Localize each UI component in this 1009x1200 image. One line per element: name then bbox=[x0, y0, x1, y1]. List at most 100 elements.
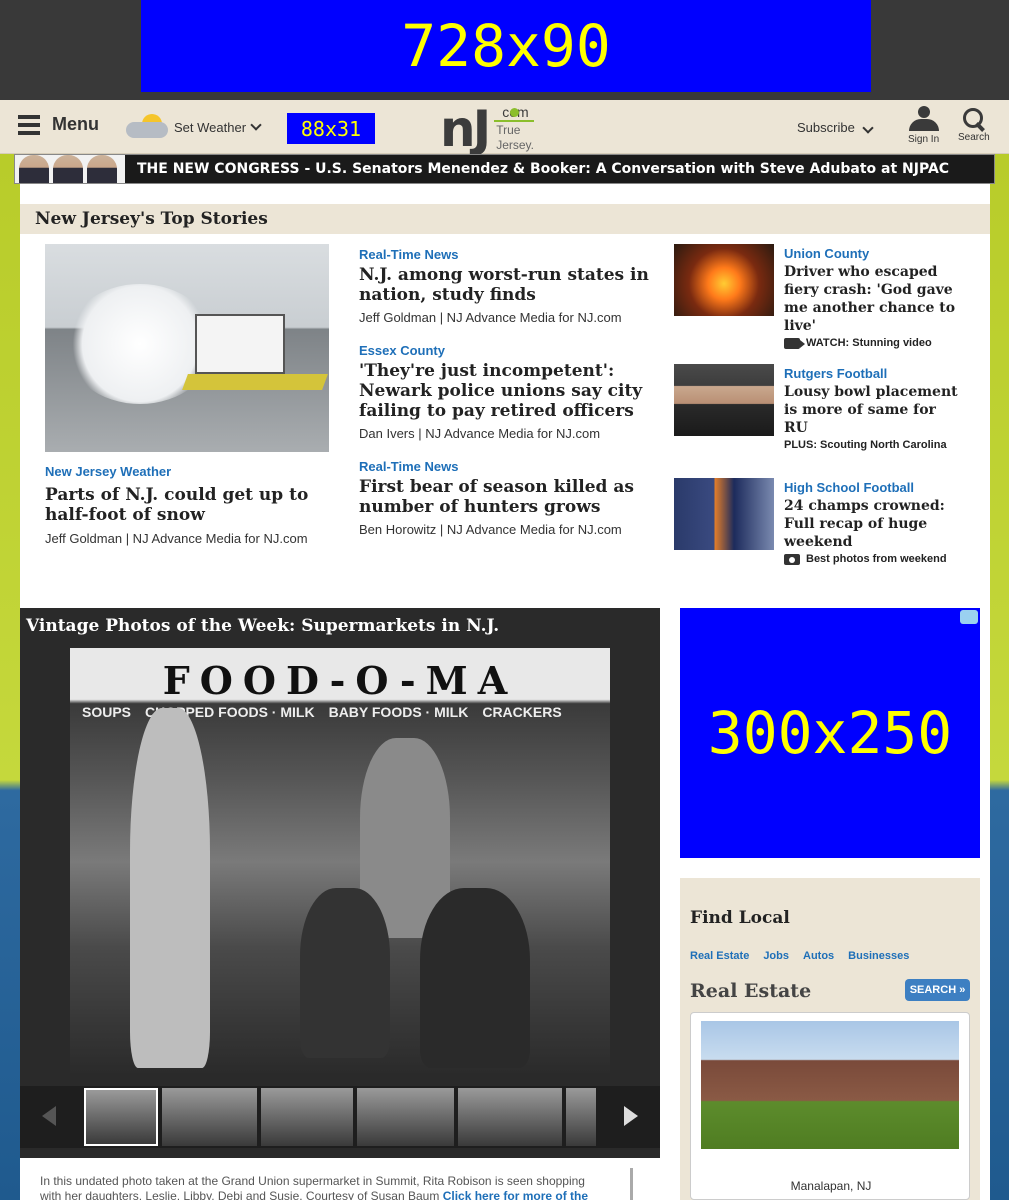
site-header: Menu Set Weather 88x31 nJ com True Jerse… bbox=[0, 100, 1009, 154]
story-kicker[interactable]: Essex County bbox=[359, 343, 649, 358]
find-local-widget: Find Local Real Estate Jobs Autos Busine… bbox=[680, 878, 980, 1200]
story-kicker[interactable]: New Jersey Weather bbox=[45, 464, 335, 479]
photo-figure bbox=[130, 708, 210, 1068]
story-headline[interactable]: First bear of season killed as number of… bbox=[359, 477, 649, 517]
hamburger-icon bbox=[18, 114, 40, 135]
lead-story-image[interactable] bbox=[45, 244, 329, 452]
promo-banner[interactable]: THE NEW CONGRESS - U.S. Senators Menende… bbox=[14, 154, 995, 184]
story-headline[interactable]: Lousy bowl placement is more of same for… bbox=[784, 383, 964, 437]
listing-photo[interactable] bbox=[701, 1021, 959, 1149]
nj-logo[interactable]: nJ com True Jersey. bbox=[440, 100, 534, 158]
story-headline[interactable]: 24 champs crowned: Full recap of huge we… bbox=[784, 497, 964, 551]
story-thumbnail[interactable] bbox=[674, 478, 774, 550]
gallery-main-photo[interactable]: FOOD-O-MA SOUPS CHOPPED FOODS · MILK BAB… bbox=[70, 648, 610, 1076]
banner-text: THE NEW CONGRESS - U.S. Senators Menende… bbox=[137, 161, 950, 177]
story-kicker[interactable]: Rutgers Football bbox=[784, 366, 964, 381]
story-headline[interactable]: Parts of N.J. could get up to half-foot … bbox=[45, 485, 335, 525]
search-button[interactable]: Search bbox=[958, 106, 990, 143]
story-extra-label: WATCH: Stunning video bbox=[806, 337, 932, 349]
sign-in-label: Sign In bbox=[908, 134, 940, 145]
gallery-thumbnail[interactable] bbox=[261, 1088, 353, 1146]
sign-in-button[interactable]: Sign In bbox=[908, 106, 939, 145]
story-thumbnail[interactable] bbox=[674, 244, 774, 316]
middle-story: Real-Time News N.J. among worst-run stat… bbox=[359, 247, 649, 325]
subscribe-button[interactable]: Subscribe bbox=[797, 120, 875, 135]
gallery-thumbnail[interactable] bbox=[357, 1088, 454, 1146]
menu-label: Menu bbox=[52, 114, 99, 134]
search-label: Search bbox=[958, 132, 990, 143]
chevron-down-icon bbox=[250, 119, 262, 131]
shelf-label: BABY FOODS · MILK bbox=[328, 704, 469, 720]
caption-link[interactable]: Click here for more of the bbox=[443, 1189, 588, 1200]
lead-story: New Jersey Weather Parts of N.J. could g… bbox=[45, 464, 335, 546]
weather-label: Set Weather bbox=[174, 119, 247, 135]
logo-dot bbox=[510, 108, 519, 117]
menu-button[interactable]: Menu bbox=[18, 114, 99, 135]
tab-businesses[interactable]: Businesses bbox=[848, 950, 909, 962]
real-estate-listing[interactable]: Manalapan, NJ bbox=[690, 1012, 970, 1200]
left-side-background bbox=[0, 150, 20, 1200]
shelf-label: CRACKERS bbox=[482, 704, 562, 720]
story-headline[interactable]: 'They're just incompetent': Newark polic… bbox=[359, 361, 649, 421]
gallery-caption: In this undated photo taken at the Grand… bbox=[40, 1174, 600, 1200]
thumbnail-strip bbox=[20, 1086, 660, 1148]
gallery-thumbnail[interactable] bbox=[458, 1088, 562, 1146]
story-byline: Jeff Goldman | NJ Advance Media for NJ.c… bbox=[45, 531, 308, 546]
real-estate-search-button[interactable]: SEARCH » bbox=[905, 979, 970, 1001]
story-kicker[interactable]: High School Football bbox=[784, 480, 964, 495]
story-headline[interactable]: N.J. among worst-run states in nation, s… bbox=[359, 265, 649, 305]
gallery-thumbnail[interactable] bbox=[84, 1088, 158, 1146]
photo-figure bbox=[420, 888, 530, 1068]
logo-tagline-2: Jersey. bbox=[496, 138, 534, 152]
set-weather-button[interactable]: Set Weather bbox=[124, 112, 262, 142]
logo-mark: nJ bbox=[440, 100, 491, 158]
user-icon bbox=[917, 106, 930, 118]
story-extra-link[interactable]: Best photos from weekend bbox=[784, 553, 964, 565]
gallery-thumbnail[interactable] bbox=[162, 1088, 257, 1146]
story-extra-link[interactable]: WATCH: Stunning video bbox=[784, 337, 964, 349]
button-ad[interactable]: 88x31 bbox=[287, 113, 375, 144]
shelf-label: SOUPS bbox=[82, 704, 132, 720]
story-headline[interactable]: Driver who escaped fiery crash: 'God gav… bbox=[784, 263, 964, 335]
story-kicker[interactable]: Real-Time News bbox=[359, 247, 649, 262]
next-arrow-icon[interactable] bbox=[624, 1106, 638, 1126]
photo-sign-text: FOOD-O-MA bbox=[162, 658, 518, 703]
listing-city: Manalapan, NJ bbox=[790, 1179, 872, 1193]
adchoices-icon[interactable] bbox=[960, 610, 978, 624]
leaderboard-ad[interactable]: 728x90 bbox=[141, 0, 871, 92]
thumbnail-list bbox=[84, 1088, 596, 1146]
story-kicker[interactable]: Union County bbox=[784, 246, 964, 261]
chevron-down-icon bbox=[862, 122, 875, 134]
middle-story: Real-Time News First bear of season kill… bbox=[359, 459, 649, 537]
tab-real-estate[interactable]: Real Estate bbox=[690, 950, 749, 962]
partly-cloudy-icon bbox=[124, 112, 174, 142]
story-byline: Ben Horowitz | NJ Advance Media for NJ.c… bbox=[359, 522, 622, 537]
rectangle-ad-label: 300x250 bbox=[707, 699, 953, 767]
middle-story: Essex County 'They're just incompetent':… bbox=[359, 343, 649, 441]
user-icon-body bbox=[908, 119, 939, 131]
tab-autos[interactable]: Autos bbox=[803, 950, 834, 962]
logo-tagline-1: True bbox=[496, 123, 521, 137]
story-thumbnail[interactable] bbox=[674, 364, 774, 436]
gallery-thumbnail[interactable] bbox=[566, 1088, 596, 1146]
subscribe-label: Subscribe bbox=[797, 120, 855, 135]
gallery-title[interactable]: Vintage Photos of the Week: Supermarkets… bbox=[26, 616, 499, 636]
right-side-background bbox=[989, 150, 1009, 1200]
photo-gallery: Vintage Photos of the Week: Supermarkets… bbox=[20, 608, 660, 1158]
story-extra-link[interactable]: PLUS: Scouting North Carolina bbox=[784, 439, 964, 451]
video-camera-icon bbox=[784, 337, 805, 349]
story-byline: Dan Ivers | NJ Advance Media for NJ.com bbox=[359, 426, 601, 441]
find-local-title: Find Local bbox=[690, 908, 790, 928]
top-stories-heading: New Jersey's Top Stories bbox=[20, 204, 990, 234]
tab-jobs[interactable]: Jobs bbox=[763, 950, 789, 962]
previous-arrow-icon[interactable] bbox=[42, 1106, 56, 1126]
story-extra-label: PLUS: Scouting North Carolina bbox=[784, 439, 947, 451]
photo-camera-icon bbox=[784, 553, 800, 565]
top-ad-bar: 728x90 bbox=[0, 0, 1009, 100]
banner-faces bbox=[15, 155, 125, 183]
find-local-tabs: Real Estate Jobs Autos Businesses bbox=[690, 950, 909, 962]
search-icon bbox=[961, 106, 987, 132]
rectangle-ad[interactable]: 300x250 bbox=[680, 608, 980, 858]
story-byline: Jeff Goldman | NJ Advance Media for NJ.c… bbox=[359, 310, 622, 325]
story-kicker[interactable]: Real-Time News bbox=[359, 459, 649, 474]
